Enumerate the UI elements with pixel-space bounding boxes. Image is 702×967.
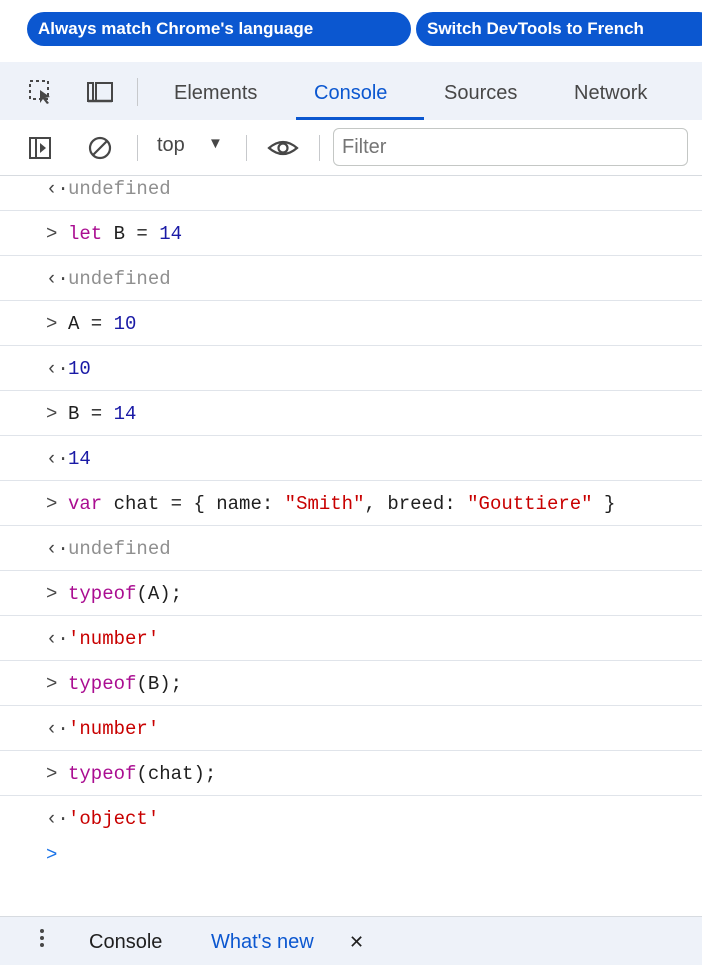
console-value: undefined (68, 268, 171, 290)
inspect-element-icon[interactable] (28, 79, 56, 105)
toolbar-divider (137, 78, 138, 106)
kebab-menu-icon[interactable] (40, 929, 46, 950)
console-output-row: ‹· 'number' (0, 617, 702, 661)
console-input-row[interactable]: > typeof(B); (0, 662, 702, 706)
input-chevron-icon: > (46, 583, 58, 605)
tab-sources[interactable]: Sources (444, 62, 517, 120)
active-tab-indicator (296, 117, 424, 120)
tab-elements[interactable]: Elements (174, 62, 257, 120)
console-input-row[interactable]: > B = 14 (0, 392, 702, 436)
console-value: 10 (68, 358, 91, 380)
console-input-prompt[interactable]: > (46, 844, 57, 866)
console-code: typeof(A); (68, 583, 183, 605)
device-toolbar-icon[interactable] (86, 79, 114, 105)
output-arrow-icon: ‹· (46, 178, 69, 200)
output-arrow-icon: ‹· (46, 358, 69, 380)
console-input-row[interactable]: > typeof(A); (0, 572, 702, 616)
console-code: let B = 14 (68, 223, 183, 245)
output-arrow-icon: ‹· (46, 718, 69, 740)
toolbar-divider (246, 135, 247, 161)
input-chevron-icon: > (46, 403, 58, 425)
console-value: 'number' (68, 718, 160, 740)
console-output-row: ‹· 14 (0, 437, 702, 481)
drawer-tab-bar: Console What's new ✕ (0, 916, 702, 965)
console-input-row[interactable]: > let B = 14 (0, 212, 702, 256)
toolbar-divider (319, 135, 320, 161)
match-chrome-language-button[interactable]: Always match Chrome's language (27, 12, 411, 46)
console-code: typeof(B); (68, 673, 183, 695)
clear-console-icon[interactable] (86, 134, 114, 162)
console-code: A = 10 (68, 313, 137, 335)
chevron-down-icon: ▼ (208, 135, 223, 152)
filter-input[interactable] (333, 128, 688, 166)
language-banner: Always match Chrome's language Switch De… (0, 0, 702, 50)
switch-devtools-french-button[interactable]: Switch DevTools to French (416, 12, 702, 46)
input-chevron-icon: > (46, 313, 58, 335)
output-arrow-icon: ‹· (46, 268, 69, 290)
console-value: 14 (68, 448, 91, 470)
console-input-row[interactable]: > A = 10 (0, 302, 702, 346)
output-arrow-icon: ‹· (46, 538, 69, 560)
console-input-row[interactable]: > var chat = { name: "Smith", breed: "Go… (0, 482, 702, 526)
close-icon[interactable]: ✕ (349, 917, 364, 967)
console-output-row: ‹· undefined (0, 257, 702, 301)
input-chevron-icon: > (46, 763, 58, 785)
console-output-row: ‹· undefined (0, 167, 702, 211)
console-value: 'number' (68, 628, 160, 650)
output-arrow-icon: ‹· (46, 628, 69, 650)
toolbar-divider (137, 135, 138, 161)
console-value: 'object' (68, 808, 160, 830)
sidebar-toggle-icon[interactable] (27, 135, 53, 161)
console-value: undefined (68, 178, 171, 200)
console-output-row: ‹· 'object' (0, 797, 702, 841)
console-code: var chat = { name: "Smith", breed: "Gout… (68, 493, 616, 515)
output-arrow-icon: ‹· (46, 448, 69, 470)
console-code: B = 14 (68, 403, 137, 425)
input-chevron-icon: > (46, 223, 58, 245)
input-chevron-icon: > (46, 673, 58, 695)
console-value: undefined (68, 538, 171, 560)
console-code: typeof(chat); (68, 763, 217, 785)
eye-icon[interactable] (266, 135, 300, 161)
input-chevron-icon: > (46, 493, 58, 515)
console-output-row: ‹· 10 (0, 347, 702, 391)
console-input-row[interactable]: > typeof(chat); (0, 752, 702, 796)
output-arrow-icon: ‹· (46, 808, 69, 830)
devtools-tab-bar: Elements Console Sources Network (0, 62, 702, 120)
console-output-row: ‹· 'number' (0, 707, 702, 751)
drawer-tab-whats-new[interactable]: What's new (211, 917, 314, 967)
tab-console[interactable]: Console (314, 62, 387, 120)
tab-network[interactable]: Network (574, 62, 647, 120)
context-label: top (157, 134, 185, 156)
drawer-tab-console[interactable]: Console (89, 917, 162, 967)
console-output-row: ‹· undefined (0, 527, 702, 571)
